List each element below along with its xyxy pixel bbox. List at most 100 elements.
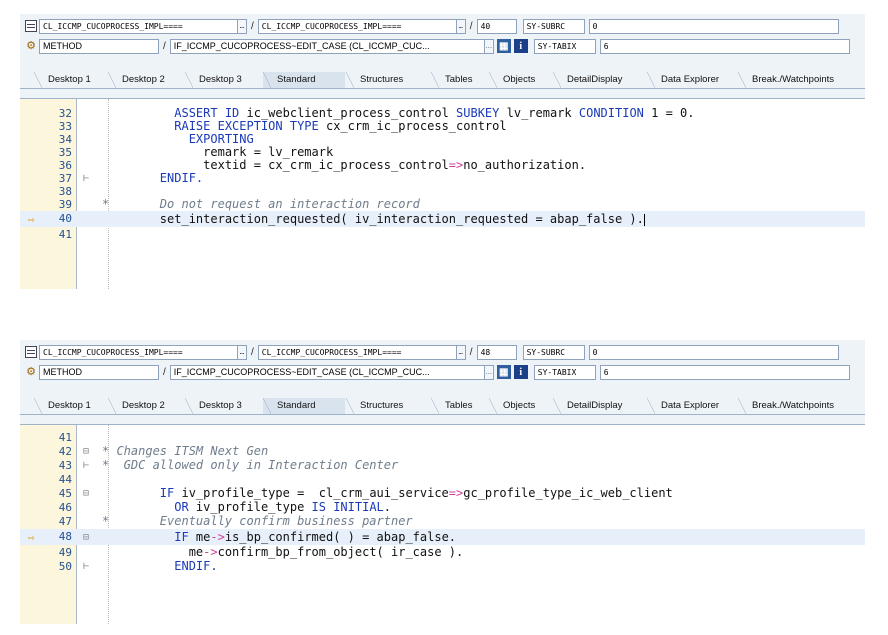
code-line[interactable]: 41 (20, 431, 865, 444)
separator-slash: / (251, 20, 254, 32)
program-name: CL_ICCMP_CUCOPROCESS_IMPL==== (43, 347, 183, 357)
tab-objects[interactable]: Objects (489, 398, 552, 414)
expand-icon[interactable]: … (237, 19, 246, 33)
tab-data-explorer[interactable]: Data Explorer (647, 398, 737, 414)
tab-objects[interactable]: Objects (489, 72, 552, 88)
line-number: 40 (58, 212, 72, 225)
tab-tables[interactable]: Tables (431, 72, 488, 88)
tab-detaildisplay[interactable]: DetailDisplay (553, 72, 645, 88)
sysvar2-name-field[interactable]: SY-TABIX (533, 364, 596, 380)
code-line[interactable]: 37 ⊢ ENDIF. (20, 172, 865, 185)
sysvar2-value: 6 (603, 367, 609, 377)
source-code-view[interactable]: 32 ASSERT ID ic_webclient_process_contro… (20, 98, 865, 289)
code-line[interactable]: 32 ASSERT ID ic_webclient_process_contro… (20, 107, 865, 120)
sysvar2-value-field[interactable]: 6 (599, 38, 850, 54)
sysvar-value-field[interactable]: 0 (588, 18, 839, 34)
code-line[interactable]: 45 ⊟ IF iv_profile_type = cl_crm_aui_serv… (20, 487, 865, 500)
environment-icon[interactable]: ▦ (496, 365, 511, 379)
code-line[interactable]: 33 RAISE EXCEPTION TYPE cx_crm_ic_proces… (20, 120, 865, 133)
event-name-field[interactable]: IF_ICCMP_CUCOPROCESS~EDIT_CASE (CL_ICCMP… (169, 38, 494, 54)
event-type: METHOD (43, 41, 82, 51)
tab-standard[interactable]: Standard (263, 398, 345, 414)
sysvar-name-field[interactable]: SY-SUBRC (522, 344, 585, 360)
sysvar-name: SY-SUBRC (526, 21, 566, 31)
program-field[interactable]: CL_ICCMP_CUCOPROCESS_IMPL==== … (39, 344, 247, 360)
sysvar2-value-field[interactable]: 6 (599, 364, 850, 380)
current-code-line[interactable]: ⇨ 48 ⊟ IF me->is_bp_confirmed( ) = abap_fa… (20, 529, 865, 545)
tab-desktop-1[interactable]: Desktop 1 (34, 398, 107, 414)
tab-structures[interactable]: Structures (346, 72, 430, 88)
info-icon[interactable]: i (513, 365, 528, 379)
tab-breakpoints[interactable]: Break./Watchpoints (738, 398, 865, 414)
code-text: textid = cx_crm_ic_process_control=>no_a… (102, 159, 865, 172)
code-line[interactable]: 44 (20, 473, 865, 486)
expand-icon[interactable]: … (483, 39, 493, 53)
sysvar2-value: 6 (603, 41, 609, 51)
sysvar-value-field[interactable]: 0 (588, 344, 839, 360)
tab-detaildisplay[interactable]: DetailDisplay (553, 398, 645, 414)
code-line[interactable]: 39 * Do not request an interaction record (20, 198, 865, 211)
code-content: OR iv_profile_type IS INITIAL. (174, 501, 392, 514)
code-line[interactable]: 36 textid = cx_crm_ic_process_control=>n… (20, 159, 865, 172)
code-text: * Changes ITSM Next Gen (102, 445, 865, 458)
code-line[interactable]: 35 remark = lv_remark (20, 146, 865, 159)
code-content: textid = cx_crm_ic_process_control=>no_a… (102, 159, 587, 172)
code-line[interactable]: 47 * Eventually confirm business partner (20, 515, 865, 528)
sysvar-name-field[interactable]: SY-SUBRC (522, 18, 585, 34)
code-comment: * Do not request an interaction record (102, 198, 420, 211)
event-type-field[interactable]: METHOD (39, 38, 159, 54)
code-line[interactable]: 42 ⊟ * Changes ITSM Next Gen (20, 445, 865, 458)
line-number-field[interactable]: 48 (476, 344, 517, 360)
include-field[interactable]: CL_ICCMP_CUCOPROCESS_IMPL====… (257, 344, 466, 360)
code-line[interactable]: 38 (20, 185, 865, 198)
tab-data-explorer[interactable]: Data Explorer (647, 72, 737, 88)
line-number: 39 (58, 198, 72, 211)
expand-icon[interactable]: … (237, 345, 246, 359)
tab-desktop-2[interactable]: Desktop 2 (108, 72, 183, 88)
sysvar2-name-field[interactable]: SY-TABIX (533, 38, 596, 54)
collapse-icon[interactable]: ⊟ (80, 487, 92, 500)
code-line[interactable]: 46 OR iv_profile_type IS INITIAL. (20, 501, 865, 514)
line-number-field[interactable]: 40 (476, 18, 517, 34)
tab-breakpoints[interactable]: Break./Watchpoints (738, 72, 865, 88)
program-field[interactable]: CL_ICCMP_CUCOPROCESS_IMPL====… (39, 18, 247, 34)
event-type-field[interactable]: METHOD (39, 364, 159, 380)
event-name-field[interactable]: IF_ICCMP_CUCOPROCESS~EDIT_CASE (CL_ICCMP… (169, 364, 494, 380)
tab-standard[interactable]: Standard (263, 72, 345, 88)
line-number: 46 (58, 501, 72, 514)
code-line[interactable]: 50 ⊢ ENDIF. (20, 560, 865, 573)
expand-icon[interactable]: … (483, 365, 493, 379)
arrow-right-icon: ⇨ (27, 213, 35, 226)
code-line[interactable]: 49 me->confirm_bp_from_object( ir_case )… (20, 546, 865, 559)
tab-desktop-3[interactable]: Desktop 3 (185, 398, 262, 414)
collapse-icon[interactable]: ⊟ (80, 445, 92, 458)
code-content: EXPORTING (188, 133, 254, 146)
tab-tables[interactable]: Tables (431, 398, 488, 414)
code-text: * GDC allowed only in Interaction Center (102, 459, 865, 472)
expand-icon[interactable]: … (455, 345, 465, 359)
tab-structures[interactable]: Structures (346, 398, 430, 414)
code-content: ASSERT ID ic_webclient_process_control S… (174, 107, 695, 120)
code-line[interactable]: 41 (20, 228, 865, 241)
separator-slash: / (163, 40, 166, 52)
tab-desktop-3[interactable]: Desktop 3 (185, 72, 262, 88)
expand-icon[interactable]: … (455, 19, 465, 33)
code-line[interactable]: 34 EXPORTING (20, 133, 865, 146)
line-number: 48 (58, 530, 72, 543)
code-line[interactable]: 43 ⊢ * GDC allowed only in Interaction Cen… (20, 459, 865, 472)
collapse-icon[interactable]: ⊟ (80, 530, 92, 543)
line-number: 44 (58, 473, 72, 486)
source-code-view[interactable]: 41 42 ⊟ * Changes ITSM Next Gen 43 ⊢ * GDC a… (20, 424, 865, 624)
info-icon[interactable]: i (513, 39, 528, 53)
table-icon (25, 346, 37, 358)
code-text: ASSERT ID ic_webclient_process_control S… (102, 107, 865, 120)
line-number: 41 (58, 228, 72, 241)
tab-desktop-2[interactable]: Desktop 2 (108, 398, 183, 414)
event-type: METHOD (43, 367, 82, 377)
desktop-tabs: Desktop 1 Desktop 2 Desktop 3 Standard S… (20, 70, 865, 89)
block-marker-icon: ⊢ (82, 561, 90, 572)
include-field[interactable]: CL_ICCMP_CUCOPROCESS_IMPL====… (257, 18, 466, 34)
environment-icon[interactable]: ▦ (496, 39, 511, 53)
current-code-line[interactable]: ⇨ 40 set_interaction_requested( iv_intera… (20, 211, 865, 227)
tab-desktop-1[interactable]: Desktop 1 (34, 72, 107, 88)
